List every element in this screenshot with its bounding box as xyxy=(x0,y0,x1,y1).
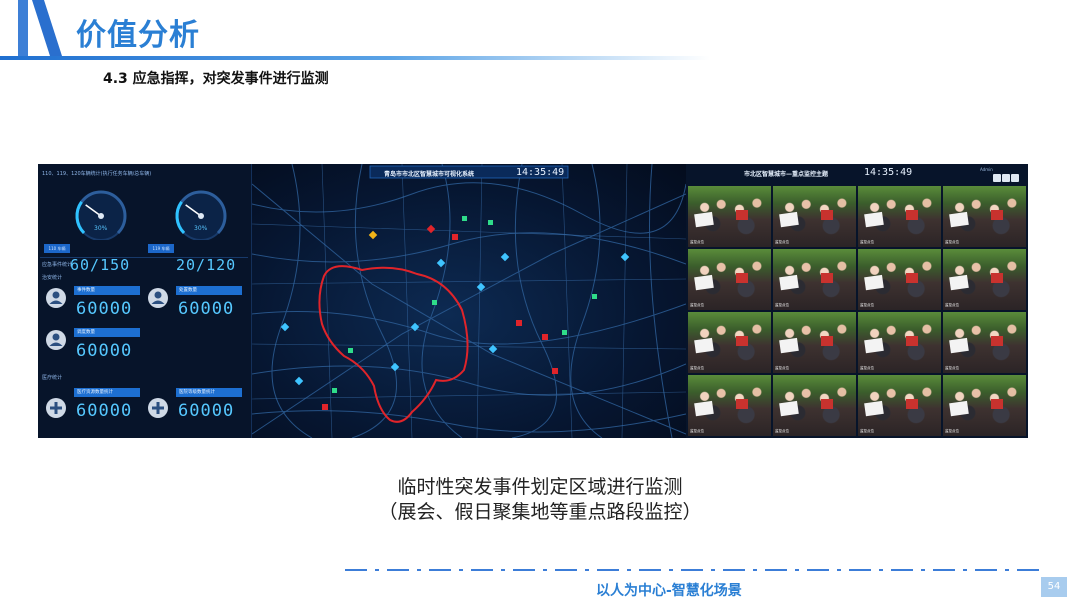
camera-grid: 监控点位 监控点位 监控点位 监控点位 监控点位 监控点位 监控点位 监控点位 监控点位 监控点位… xyxy=(688,186,1026,436)
camera-feed-tile[interactable]: 监控点位 xyxy=(773,375,856,436)
camera-feed-label: 监控点位 xyxy=(860,303,874,307)
grid-view-icon[interactable] xyxy=(993,174,1001,182)
camera-feed-tile[interactable]: 监控点位 xyxy=(688,249,771,310)
camera-feed-tile[interactable]: 监控点位 xyxy=(688,312,771,373)
camera-toolbar xyxy=(992,167,1022,182)
camera-feed-label: 监控点位 xyxy=(860,240,874,244)
gauge-119-percent: 30% xyxy=(194,225,208,232)
camera-feed-label: 监控点位 xyxy=(690,429,704,433)
person-icon xyxy=(46,288,66,308)
camera-feed-tile[interactable]: 监控点位 xyxy=(858,186,941,247)
gauge-110-percent: 30% xyxy=(94,225,108,232)
camera-feed-tile[interactable]: 监控点位 xyxy=(943,249,1026,310)
header-decoration xyxy=(18,0,62,56)
hospital-count-label: 医院等级数量统计 xyxy=(176,388,242,397)
camera-feed-label: 监控点位 xyxy=(775,240,789,244)
current-user: Admin xyxy=(980,167,993,172)
gauge-110: 30% 110 车辆 60/150 xyxy=(44,184,138,274)
camera-feed-tile[interactable]: 监控点位 xyxy=(688,375,771,436)
map-clock: 14:35:49 xyxy=(516,167,565,178)
camera-feed-label: 监控点位 xyxy=(775,429,789,433)
medical-count-value: 60000 xyxy=(76,401,133,421)
dashboard-screenshot: 110、119、120车辆统计(执行任务车辆/总车辆) 30% 110 车辆 6… xyxy=(38,164,1028,438)
camera-feed-tile[interactable]: 监控点位 xyxy=(688,186,771,247)
dispatch-count-value: 60000 xyxy=(76,341,133,361)
vehicle-stats-label: 110、119、120车辆统计(执行任务车辆/总车辆) xyxy=(42,171,152,177)
camera-feed-tile[interactable]: 监控点位 xyxy=(943,312,1026,373)
section-subtitle: 4.3 应急指挥，对突发事件进行监测 xyxy=(103,71,329,87)
caption-line-1: 临时性突发事件划定区域进行监测 xyxy=(397,476,683,498)
monitoring-zone-outline xyxy=(318,265,469,423)
camera-feed-label: 监控点位 xyxy=(775,366,789,370)
event-count-value: 60000 xyxy=(76,299,133,319)
caption-line-2: （展会、假日聚集地等重点路段监控） xyxy=(378,501,702,523)
header-underline xyxy=(0,56,710,60)
plus-icon xyxy=(46,398,66,418)
footer-slogan: 以人为中心-智慧化场景 xyxy=(596,583,742,599)
camera-feed-tile[interactable]: 监控点位 xyxy=(773,249,856,310)
camera-wall-panel: 市北区智慧城市—重点监控主题 14:35:49 Admin 监控点位 监控点位 监控… xyxy=(686,164,1028,438)
event-count-label: 事件数量 xyxy=(74,286,140,295)
gauge-119-tag: 119 车辆 xyxy=(148,244,174,253)
camera-feed-label: 监控点位 xyxy=(860,429,874,433)
camera-feed-label: 监控点位 xyxy=(945,240,959,244)
search-icon[interactable] xyxy=(1002,174,1010,182)
camera-feed-tile[interactable]: 监控点位 xyxy=(858,249,941,310)
person-icon xyxy=(46,330,66,350)
camera-clock: 14:35:49 xyxy=(864,167,913,178)
camera-feed-label: 监控点位 xyxy=(945,303,959,307)
page-number: 54 xyxy=(1041,577,1067,597)
camera-feed-label: 监控点位 xyxy=(860,366,874,370)
plus-icon xyxy=(148,398,168,418)
camera-feed-tile[interactable]: 监控点位 xyxy=(943,186,1026,247)
gauge-110-value: 60/150 xyxy=(70,256,131,274)
camera-feed-tile[interactable]: 监控点位 xyxy=(773,186,856,247)
gauge-110-tag: 110 车辆 xyxy=(44,244,70,253)
camera-feed-tile[interactable]: 监控点位 xyxy=(943,375,1026,436)
camera-feed-tile[interactable]: 监控点位 xyxy=(858,375,941,436)
camera-feed-label: 监控点位 xyxy=(690,240,704,244)
camera-feed-label: 监控点位 xyxy=(775,303,789,307)
security-section-label: 治安统计 xyxy=(42,275,63,281)
divider xyxy=(40,257,248,258)
page-title: 价值分析 xyxy=(76,18,200,53)
dispatch-count-label: 调度数量 xyxy=(74,328,140,337)
camera-feed-tile[interactable]: 监控点位 xyxy=(858,312,941,373)
road-network-map xyxy=(252,164,686,438)
camera-feed-label: 监控点位 xyxy=(945,429,959,433)
handled-count-label: 处置数量 xyxy=(176,286,242,295)
city-map-panel: 青岛市市北区智慧城市可视化系统 14:35:49 xyxy=(252,164,686,438)
gauge-119: 30% 119 车辆 20/120 xyxy=(148,184,238,274)
camera-feed-tile[interactable]: 监控点位 xyxy=(773,312,856,373)
camera-wall-title: 市北区智慧城市—重点监控主题 xyxy=(744,171,829,178)
medical-section-label: 医疗统计 xyxy=(42,375,63,381)
settings-icon[interactable] xyxy=(1011,174,1019,182)
camera-feed-label: 监控点位 xyxy=(945,366,959,370)
camera-feed-label: 监控点位 xyxy=(690,366,704,370)
person-icon xyxy=(148,288,168,308)
camera-feed-label: 监控点位 xyxy=(690,303,704,307)
handled-count-value: 60000 xyxy=(178,299,235,319)
vehicle-stats-panel: 110、119、120车辆统计(执行任务车辆/总车辆) 30% 110 车辆 6… xyxy=(38,164,252,438)
hospital-count-value: 60000 xyxy=(178,401,235,421)
footer-dashed-line xyxy=(345,569,1045,571)
medical-count-label: 医疗资源数量统计 xyxy=(74,388,140,397)
map-system-title: 青岛市市北区智慧城市可视化系统 xyxy=(384,171,475,178)
gauge-119-value: 20/120 xyxy=(176,256,237,274)
emergency-section-label: 应急事件统计 xyxy=(42,262,73,268)
